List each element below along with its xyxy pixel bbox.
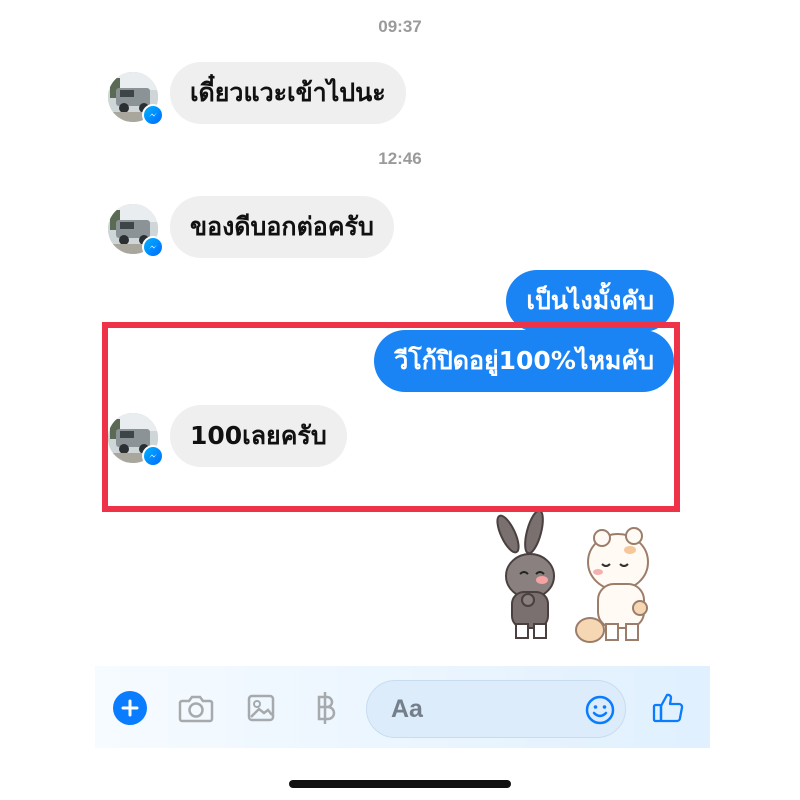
baht-icon[interactable] — [312, 690, 340, 726]
timestamp: 09:37 — [378, 17, 422, 36]
message-input-placeholder: Aa — [391, 695, 423, 723]
emoji-icon[interactable] — [583, 693, 617, 727]
contact-avatar[interactable] — [108, 204, 164, 258]
camera-icon[interactable] — [177, 691, 215, 725]
message-input[interactable]: Aa — [366, 680, 626, 738]
image-icon[interactable] — [245, 692, 277, 724]
messenger-badge-icon — [142, 236, 164, 258]
message-bubble-incoming[interactable]: ของดีบอกต่อครับ — [170, 196, 394, 258]
timestamp: 12:46 — [378, 149, 422, 168]
messenger-badge-icon — [142, 104, 164, 126]
thumbs-up-icon[interactable] — [650, 690, 686, 726]
contact-avatar[interactable] — [108, 72, 164, 126]
plus-icon[interactable] — [113, 691, 147, 725]
message-bubble-incoming[interactable]: เดี๋ยวแวะเข้าไปนะ — [170, 62, 406, 124]
highlight-box — [102, 322, 680, 512]
home-indicator — [289, 780, 511, 788]
sticker-image[interactable] — [490, 509, 680, 652]
